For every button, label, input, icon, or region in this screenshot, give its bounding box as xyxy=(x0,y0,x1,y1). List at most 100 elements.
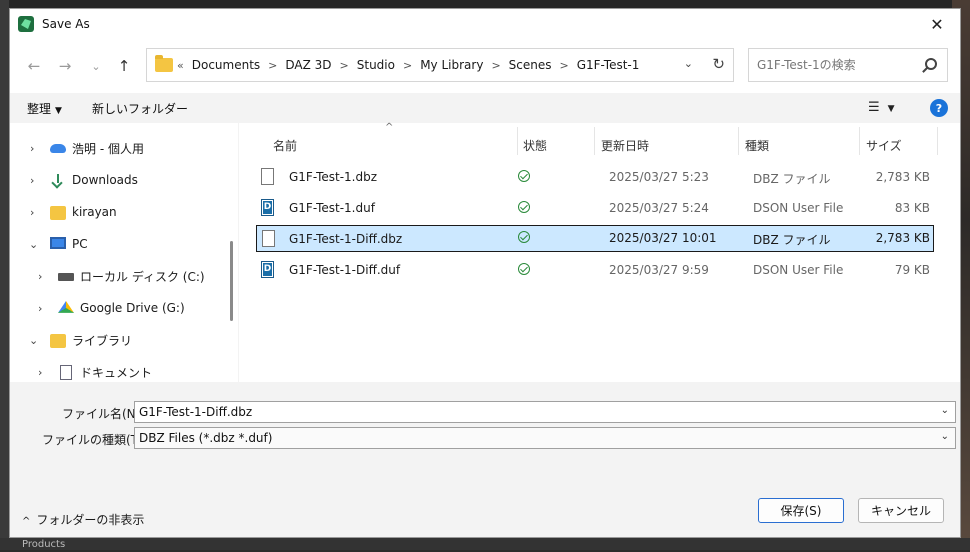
filetype-select[interactable]: DBZ Files (*.dbz *.duf) ⌄ xyxy=(134,427,956,449)
breadcrumb-my-library[interactable]: My Library xyxy=(420,58,483,72)
nav-item-label: Downloads xyxy=(72,173,138,187)
nav-item-label: ローカル ディスク (C:) xyxy=(80,269,205,284)
forward-button[interactable]: → xyxy=(53,56,77,76)
breadcrumb-daz3d[interactable]: DAZ 3D xyxy=(285,58,331,72)
nav-item-library[interactable]: ⌄ ライブラリ xyxy=(10,325,230,355)
nav-item-label: Google Drive (G:) xyxy=(80,301,185,315)
file-row[interactable]: G1F-Test-1.duf 2025/03/27 5:24 DSON User… xyxy=(256,195,934,222)
search-input[interactable] xyxy=(757,58,907,72)
organize-menu[interactable]: 整理 ▼ xyxy=(27,100,62,117)
file-type: DBZ ファイル xyxy=(753,172,831,186)
file-row[interactable]: G1F-Test-1.dbz 2025/03/27 5:23 DBZ ファイル … xyxy=(256,164,934,191)
address-dropdown-icon[interactable]: ⌄ xyxy=(684,57,693,70)
filetype-label: ファイルの種類(T): xyxy=(42,433,147,447)
search-box[interactable] xyxy=(748,48,948,82)
save-button[interactable]: 保存(S) xyxy=(758,498,844,523)
file-type: DSON User File xyxy=(753,201,844,215)
filename-input[interactable] xyxy=(139,405,919,419)
sort-ascending-icon: ^ xyxy=(385,122,394,133)
window-title: Save As xyxy=(42,17,90,31)
chevron-right-icon[interactable]: > xyxy=(340,59,349,72)
chevron-right-icon[interactable]: > xyxy=(268,59,277,72)
file-name: G1F-Test-1.duf xyxy=(289,201,375,215)
chevron-right-icon[interactable]: > xyxy=(491,59,500,72)
nav-item-pc[interactable]: ⌄ PC xyxy=(10,229,230,259)
nav-item-label: PC xyxy=(72,237,88,251)
breadcrumb-studio[interactable]: Studio xyxy=(357,58,395,72)
chevron-right-icon[interactable]: › xyxy=(38,270,42,283)
nav-item-downloads[interactable]: › Downloads xyxy=(10,165,230,195)
file-list: ^ 名前 状態 更新日時 種類 サイズ G1F-Test-1.dbz 2025/… xyxy=(239,122,960,382)
save-as-dialog: Save As ✕ ← → ⌄ ↑ « Documents > DAZ 3D >… xyxy=(9,8,961,538)
column-divider[interactable] xyxy=(517,127,518,155)
file-size: 2,783 KB xyxy=(875,170,930,184)
chevron-right-icon[interactable]: › xyxy=(30,206,34,219)
column-divider[interactable] xyxy=(738,127,739,155)
chevron-right-icon[interactable]: > xyxy=(403,59,412,72)
recent-locations-button[interactable]: ⌄ xyxy=(84,56,108,76)
nav-item-kirayan[interactable]: › kirayan xyxy=(10,197,230,227)
sync-ok-icon xyxy=(518,231,530,243)
filename-field[interactable]: ⌄ xyxy=(134,401,956,423)
nav-item-documents[interactable]: › ドキュメント xyxy=(10,357,230,382)
chevron-down-icon[interactable]: ⌄ xyxy=(941,431,949,442)
title-bar: Save As ✕ xyxy=(10,9,960,39)
caret-down-icon: ▼ xyxy=(887,104,895,114)
chevron-down-icon[interactable]: ⌄ xyxy=(29,334,38,347)
chevron-down-icon[interactable]: ⌄ xyxy=(29,238,38,251)
monitor-icon xyxy=(50,237,66,249)
file-name: G1F-Test-1.dbz xyxy=(289,170,378,184)
chevron-right-icon[interactable]: › xyxy=(38,366,42,379)
arrow-up-icon: ↑ xyxy=(117,57,131,75)
file-name: G1F-Test-1-Diff.duf xyxy=(289,263,401,277)
up-button[interactable]: ↑ xyxy=(112,56,136,76)
folder-icon xyxy=(155,55,173,72)
cancel-button[interactable]: キャンセル xyxy=(858,498,944,523)
overflow-crumbs-icon[interactable]: « xyxy=(177,59,184,72)
chevron-down-icon: ⌄ xyxy=(91,59,101,73)
column-header-modified[interactable]: 更新日時 xyxy=(601,137,649,154)
column-divider[interactable] xyxy=(937,127,938,155)
column-header-name[interactable]: 名前 xyxy=(273,137,297,154)
help-button[interactable]: ? xyxy=(930,99,948,117)
file-row[interactable]: G1F-Test-1-Diff.duf 2025/03/27 9:59 DSON… xyxy=(256,257,934,284)
chevron-right-icon[interactable]: › xyxy=(30,142,34,155)
column-divider[interactable] xyxy=(594,127,595,155)
refresh-icon[interactable]: ↻ xyxy=(712,55,725,73)
search-icon[interactable] xyxy=(925,58,937,70)
nav-item-google-drive[interactable]: › Google Drive (G:) xyxy=(10,293,230,323)
chevron-right-icon[interactable]: > xyxy=(560,59,569,72)
view-menu[interactable]: ☰ ▼ xyxy=(868,100,895,115)
navigation-scrollbar[interactable] xyxy=(230,241,233,321)
file-row-selected[interactable]: G1F-Test-1-Diff.dbz 2025/03/27 10:01 DBZ… xyxy=(256,225,934,252)
nav-item-label: kirayan xyxy=(72,205,117,219)
chevron-right-icon[interactable]: › xyxy=(38,302,42,315)
daz-app-icon xyxy=(18,16,34,32)
filename-label: ファイル名(N): xyxy=(62,407,145,421)
address-bar[interactable]: « Documents > DAZ 3D > Studio > My Libra… xyxy=(146,48,734,82)
file-name: G1F-Test-1-Diff.dbz xyxy=(289,232,403,246)
nav-item-local-disk-c[interactable]: › ローカル ディスク (C:) xyxy=(10,261,230,291)
file-type: DSON User File xyxy=(753,263,844,277)
drive-icon xyxy=(58,273,74,281)
column-divider[interactable] xyxy=(859,127,860,155)
column-header-size[interactable]: サイズ xyxy=(866,137,902,154)
back-button[interactable]: ← xyxy=(22,56,46,76)
chevron-right-icon[interactable]: › xyxy=(30,174,34,187)
column-header-type[interactable]: 種類 xyxy=(745,137,769,154)
chevron-down-icon[interactable]: ⌄ xyxy=(941,405,949,416)
column-header-status[interactable]: 状態 xyxy=(523,137,547,154)
hide-folders-toggle[interactable]: ^ フォルダーの非表示 xyxy=(22,511,144,528)
filetype-value: DBZ Files (*.dbz *.duf) xyxy=(139,431,273,445)
dialog-footer: ^ フォルダーの非表示 保存(S) キャンセル xyxy=(10,483,960,537)
close-button[interactable]: ✕ xyxy=(914,9,960,39)
file-size: 2,783 KB xyxy=(875,231,930,245)
breadcrumb-g1f-test-1[interactable]: G1F-Test-1 xyxy=(577,58,640,72)
breadcrumb-scenes[interactable]: Scenes xyxy=(509,58,552,72)
new-folder-button[interactable]: 新しいフォルダー xyxy=(92,100,188,117)
file-modified: 2025/03/27 9:59 xyxy=(609,263,709,277)
breadcrumb-documents[interactable]: Documents xyxy=(192,58,260,72)
organize-label: 整理 xyxy=(27,101,52,116)
nav-item-onedrive[interactable]: › 浩明 - 個人用 xyxy=(10,133,230,163)
nav-item-label: ライブラリ xyxy=(72,333,133,348)
